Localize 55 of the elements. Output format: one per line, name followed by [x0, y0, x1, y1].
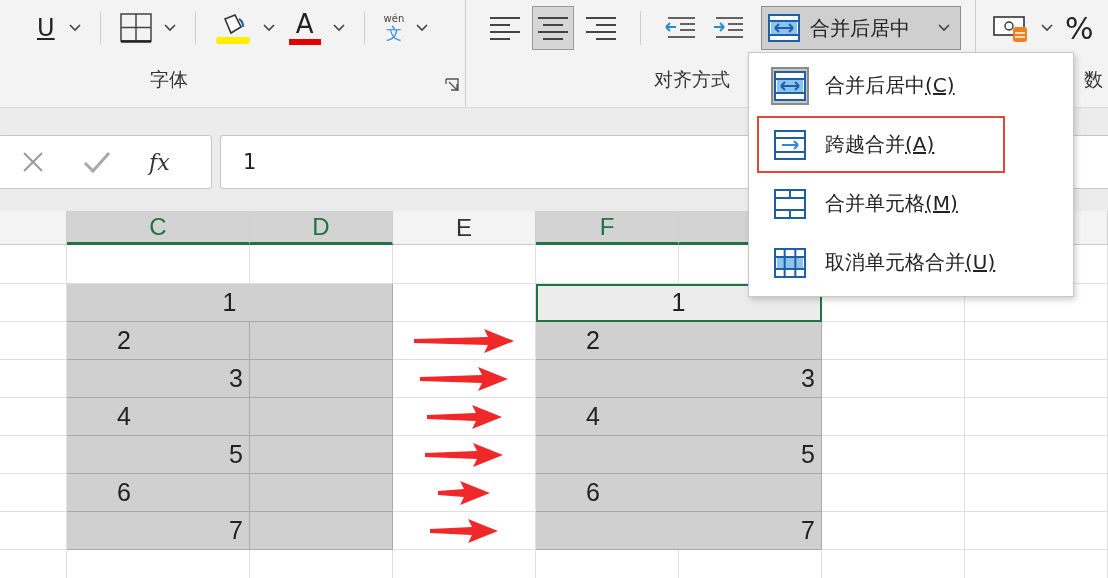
percent-button[interactable]: %	[1060, 9, 1099, 47]
table-cell: 3	[67, 360, 250, 398]
borders-icon	[119, 13, 152, 43]
align-center-button[interactable]	[532, 6, 574, 50]
table-cell: 3	[536, 360, 822, 398]
group-label: 数	[1084, 67, 1103, 92]
align-left-icon	[489, 15, 521, 41]
align-right-icon	[585, 15, 617, 41]
merge-across-icon	[774, 129, 806, 160]
table-cell: 2	[67, 322, 250, 360]
number-format-icon	[993, 13, 1029, 43]
group-label: 字体	[150, 67, 188, 92]
cancel-icon[interactable]	[21, 150, 45, 174]
table-cell: 5	[536, 436, 822, 474]
insert-function-button[interactable]: fx	[149, 149, 170, 175]
caret-icon	[163, 24, 176, 32]
column-header[interactable]: F	[536, 211, 679, 245]
table-cell: 7	[67, 512, 250, 550]
font-color-button[interactable]: A	[281, 8, 352, 48]
table-cell: 4	[67, 398, 250, 436]
phonetic-guide-button[interactable]: wén 文	[376, 10, 436, 46]
check-icon[interactable]	[83, 151, 111, 173]
merge-center-button[interactable]: 合并后居中	[761, 6, 961, 50]
annotation-arrow	[430, 517, 498, 544]
group-label: 对齐方式	[654, 67, 730, 92]
table-cell: 2	[536, 322, 822, 360]
decrease-indent-icon	[664, 16, 696, 40]
table-cell: 6	[536, 474, 822, 512]
menu-item[interactable]: 跨越合并(A)	[757, 116, 1005, 173]
caret-icon	[1041, 24, 1053, 32]
menu-item[interactable]: 合并后居中(C)	[757, 57, 1005, 114]
caret-icon	[68, 24, 81, 32]
table-cell: 6	[67, 474, 250, 512]
increase-indent-icon	[712, 16, 744, 40]
underline-button[interactable]: U	[30, 11, 62, 45]
dialog-launcher-icon[interactable]	[445, 78, 459, 92]
table-cell: 1	[536, 284, 822, 322]
annotation-arrow	[438, 479, 490, 506]
merge-center-icon	[768, 14, 800, 42]
caret-icon	[262, 24, 275, 32]
caret-icon	[332, 24, 345, 32]
align-center-icon	[537, 15, 569, 41]
table-cell: 7	[536, 512, 822, 550]
unmerge-cells-icon	[774, 247, 806, 278]
paint-bucket-icon	[214, 11, 251, 45]
column-header[interactable]: E	[393, 211, 536, 245]
table-cell: 1	[67, 284, 393, 322]
caret-icon	[938, 24, 950, 32]
merge-cells-icon	[774, 188, 806, 219]
caret-icon	[416, 24, 429, 32]
table-cell: 4	[536, 398, 822, 436]
table-cell: 5	[67, 436, 250, 474]
column-header[interactable]: C	[67, 211, 250, 245]
column-header[interactable]: D	[250, 211, 393, 245]
table-cell	[0, 245, 67, 284]
